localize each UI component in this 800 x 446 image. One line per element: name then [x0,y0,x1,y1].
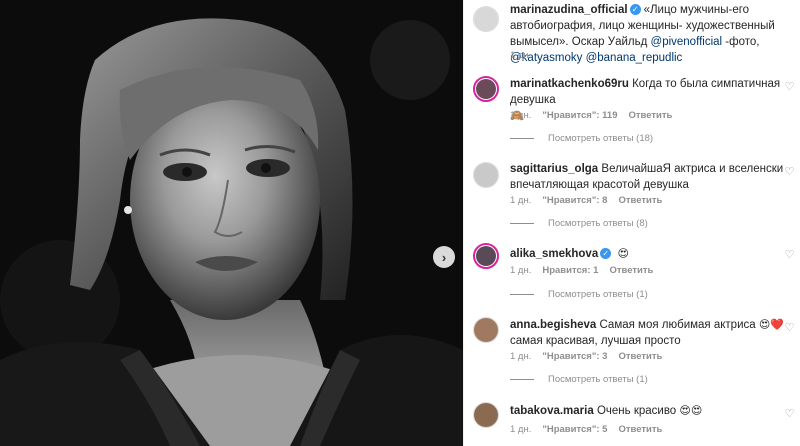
comment-text: tabakova.maria Очень красиво 😍😍 [510,403,795,419]
replies-divider [510,294,534,295]
commenter-username[interactable]: alika_smekhova [510,248,598,260]
comment-body-continued: самая красивая, лучшая просто [510,335,681,347]
commenter-username[interactable]: marinatkachenko69ru [510,78,629,90]
comment-text: alika_smekhova ✓ 😍 [510,246,795,262]
comment-emoji: 😍😍 [679,405,703,417]
view-replies-label: Посмотреть ответы (1) [548,374,648,385]
comment-meta: 1 дн. "Нравится": 3 Ответить [510,351,673,362]
reply-button[interactable]: Ответить [628,110,672,121]
commenter-username[interactable]: anna.begisheva [510,319,596,331]
commenter-avatar[interactable] [473,76,499,102]
author-avatar[interactable] [473,6,499,32]
like-heart-icon[interactable]: ♡ [784,323,795,334]
comment-meta: 1 дн. "Нравится": 8 Ответить [510,195,673,206]
comment-body: Самая моя любимая актриса [599,319,756,331]
commenter-avatar[interactable] [473,317,499,343]
commenter-username[interactable]: tabakova.maria [510,405,594,417]
next-photo-button[interactable]: › [433,246,455,268]
commenter-avatar[interactable] [473,402,499,428]
comment-meta: 1 дн. Нравится: 1 Ответить [510,265,664,276]
author-username[interactable]: marinazudina_official [510,4,628,16]
reply-button[interactable]: Ответить [618,195,662,206]
timestamp[interactable]: 1 дн. [510,50,531,61]
view-replies-button[interactable]: Посмотреть ответы (18) [510,133,653,144]
like-heart-icon[interactable]: ♡ [784,82,795,93]
replies-divider [510,138,534,139]
caption-credit: -фото, [722,36,760,48]
chevron-right-icon: › [441,249,447,265]
comment-text: sagittarius_olga ВеличайшаЯ актриса и вс… [510,161,795,193]
view-replies-label: Посмотреть ответы (1) [548,289,648,300]
comments-panel[interactable]: marinazudina_official ✓ «Лицо мужчины-его … [463,0,800,446]
like-heart-icon[interactable]: ♡ [784,409,795,420]
comment-meta: 1 дн. "Нравится": 119 Ответить [510,110,683,121]
comment-emoji: 😍❤️ [758,319,785,331]
replies-divider [510,223,534,224]
likes-count[interactable]: "Нравится": 119 [542,110,617,121]
caption-meta: 1 дн. [510,50,542,61]
like-heart-icon[interactable]: ♡ [784,167,795,178]
reply-button[interactable]: Ответить [618,424,662,435]
likes-count[interactable]: "Нравится": 5 [542,424,607,435]
view-replies-button[interactable]: Посмотреть ответы (8) [510,218,648,229]
reply-button[interactable]: Ответить [609,265,653,276]
caption-text: marinazudina_official ✓ «Лицо мужчины-его … [510,2,795,66]
timestamp[interactable]: 1 дн. [510,424,531,435]
reply-button[interactable]: Ответить [618,351,662,362]
timestamp[interactable]: 1 дн. [510,265,531,276]
view-replies-button[interactable]: Посмотреть ответы (1) [510,374,648,385]
likes-count[interactable]: "Нравится": 3 [542,351,607,362]
verified-icon: ✓ [629,4,641,15]
post-photo[interactable]: › [0,0,463,446]
mention-link[interactable]: @pivenofficial [651,36,723,48]
view-replies-button[interactable]: Посмотреть ответы (1) [510,289,648,300]
commenter-username[interactable]: sagittarius_olga [510,163,598,175]
timestamp[interactable]: 1 дн. [510,110,531,121]
likes-count[interactable]: "Нравится": 8 [542,195,607,206]
mention-link[interactable]: @banana_repudlic [586,52,683,64]
timestamp[interactable]: 1 дн. [510,195,531,206]
like-heart-icon[interactable]: ♡ [784,250,795,261]
verified-icon: ✓ [600,248,612,259]
commenter-avatar[interactable] [473,162,499,188]
commenter-avatar[interactable] [473,243,499,269]
comment-text: anna.begisheva Самая моя любимая актриса… [510,317,795,349]
likes-count[interactable]: Нравится: 1 [542,265,598,276]
timestamp[interactable]: 1 дн. [510,351,531,362]
comment-emoji: 😍 [617,248,629,260]
comment-body: Очень красиво [596,405,677,417]
view-replies-label: Посмотреть ответы (8) [548,218,648,229]
replies-divider [510,379,534,380]
portrait-image [0,0,463,446]
view-replies-label: Посмотреть ответы (18) [548,133,654,144]
comment-meta: 1 дн. "Нравится": 5 Ответить [510,424,673,435]
